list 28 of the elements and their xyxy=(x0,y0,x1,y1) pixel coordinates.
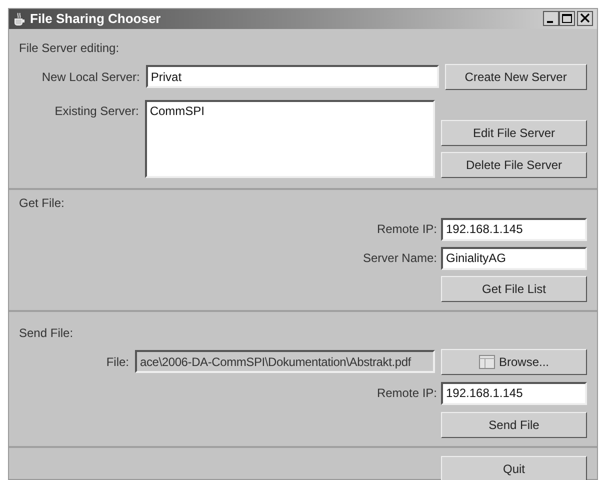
quit-button[interactable]: Quit xyxy=(441,456,587,480)
field-label: File: xyxy=(106,354,129,370)
list-item[interactable]: CommSPI xyxy=(150,102,204,120)
edit-server-button[interactable]: Edit File Server xyxy=(441,120,587,146)
get-file-list-button[interactable]: Get File List xyxy=(441,276,587,302)
remote-ip-field[interactable]: 192.168.1.145 xyxy=(441,382,587,404)
section-heading: Get File: xyxy=(19,194,64,212)
close-icon[interactable] xyxy=(577,11,593,26)
new-server-field[interactable]: Privat xyxy=(146,65,439,88)
server-name-field[interactable]: GinialityAG xyxy=(441,246,587,270)
window-icon xyxy=(478,354,495,368)
server-list[interactable]: CommSPI xyxy=(144,100,435,178)
section-heading: File Server editing: xyxy=(19,40,120,56)
remote-ip-field[interactable]: 192.168.1.145 xyxy=(441,218,587,240)
field-label: New Local Server: xyxy=(40,68,140,86)
field-label: Remote IP: xyxy=(376,385,437,402)
field-label: Server Name: xyxy=(362,250,437,267)
delete-server-button[interactable]: Delete File Server xyxy=(441,152,587,178)
window-title: File Sharing Chooser xyxy=(30,10,161,28)
minimize-icon[interactable] xyxy=(543,11,559,26)
section-heading: Send File: xyxy=(19,324,74,342)
coffee-cup-icon xyxy=(13,12,25,26)
field-label: Existing Server: xyxy=(54,102,139,120)
browse-button[interactable]: Browse... xyxy=(441,348,587,374)
create-server-button[interactable]: Create New Server xyxy=(444,64,587,90)
maximize-icon[interactable] xyxy=(559,11,575,26)
field-label: Remote IP: xyxy=(376,221,437,238)
send-file-button[interactable]: Send File xyxy=(441,412,587,438)
